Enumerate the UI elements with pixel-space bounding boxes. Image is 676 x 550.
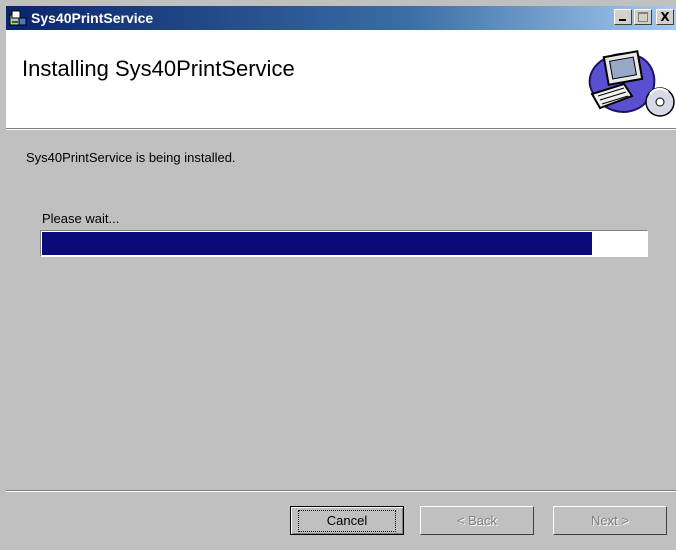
install-progress-bar xyxy=(40,230,648,257)
header-banner: Installing Sys40PrintService xyxy=(6,30,676,130)
progress-fill xyxy=(42,232,592,255)
installer-app-icon xyxy=(9,9,27,27)
next-button[interactable]: Next > xyxy=(553,506,667,535)
back-button[interactable]: < Back xyxy=(420,506,534,535)
window-controls: X xyxy=(614,9,674,25)
cancel-button-label: Cancel xyxy=(297,510,397,532)
minimize-button[interactable] xyxy=(614,9,632,25)
computer-cd-icon xyxy=(576,42,676,122)
cancel-button[interactable]: Cancel xyxy=(290,506,404,535)
footer-separator xyxy=(6,490,676,492)
install-status-text: Sys40PrintService is being installed. xyxy=(26,150,236,165)
window-title: Sys40PrintService xyxy=(31,10,154,26)
maximize-button[interactable] xyxy=(634,9,652,25)
title-bar[interactable]: Sys40PrintService X xyxy=(6,6,676,30)
installer-window: Sys40PrintService X Installing Sys40Prin… xyxy=(0,0,676,550)
close-button[interactable]: X xyxy=(656,9,674,25)
page-title: Installing Sys40PrintService xyxy=(22,56,295,81)
please-wait-label: Please wait... xyxy=(42,211,120,226)
